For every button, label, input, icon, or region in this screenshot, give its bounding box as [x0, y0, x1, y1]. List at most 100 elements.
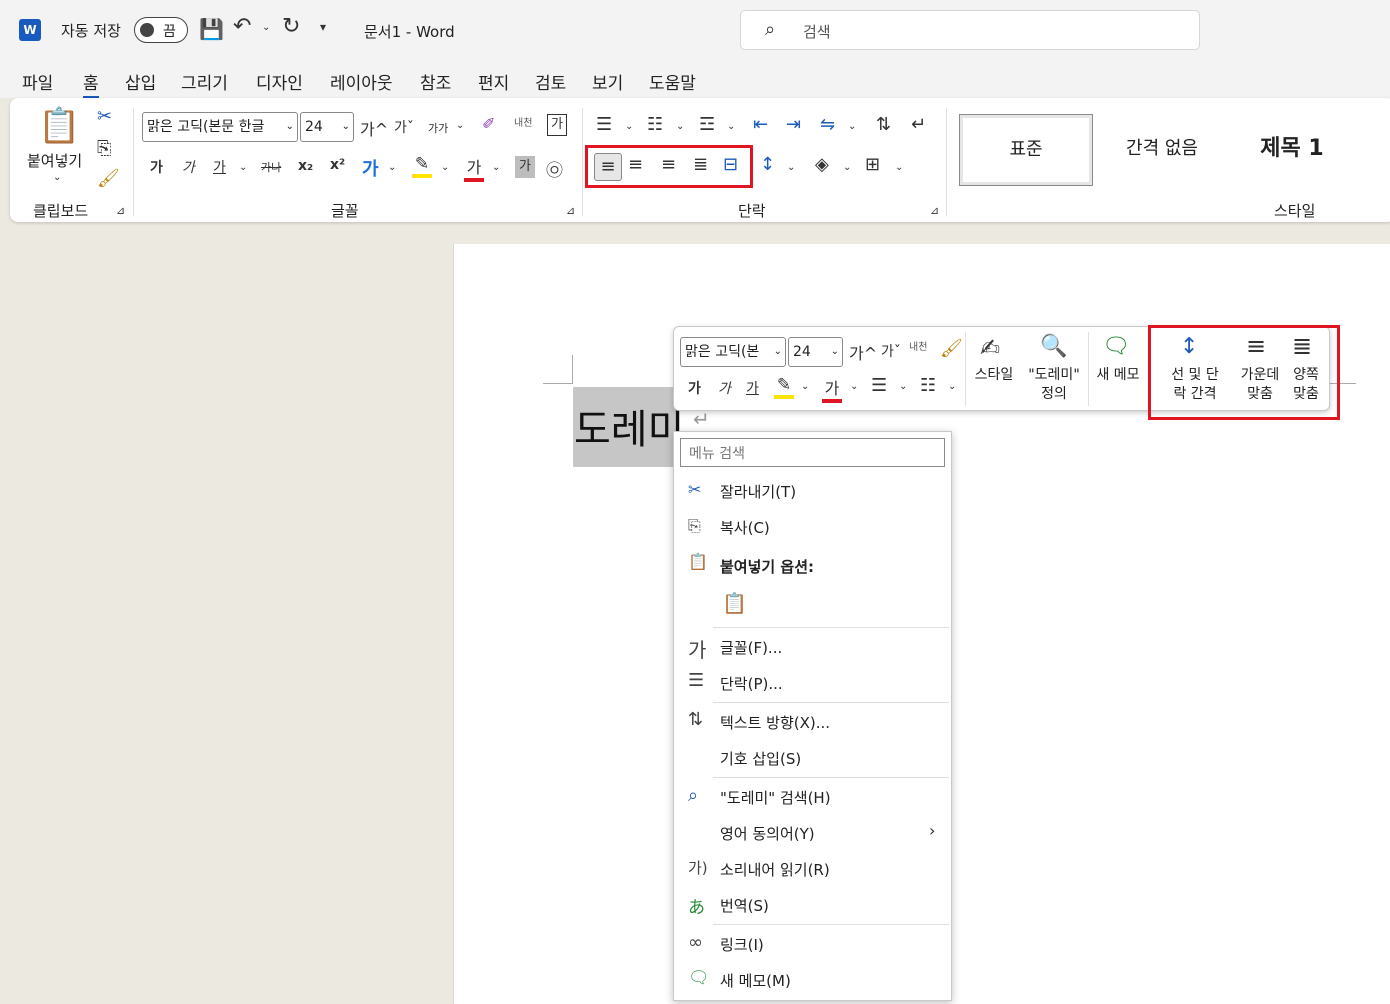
mini-font-size-combo[interactable]: 24 ⌄	[788, 337, 843, 367]
tab-file[interactable]: 파일	[22, 69, 53, 94]
change-case-dropdown-icon[interactable]: ⌄	[456, 120, 464, 131]
shrink-font-icon[interactable]: 가ˇ	[394, 117, 414, 137]
styles-brush-icon[interactable]: ✍	[980, 334, 1000, 362]
menu-search-input[interactable]: 메뉴 검색	[680, 438, 945, 467]
save-icon[interactable]: 💾	[199, 17, 224, 41]
style-normal[interactable]: 표준	[959, 114, 1093, 186]
menu-item-read-aloud[interactable]: 소리내어 읽기(R)	[720, 859, 830, 880]
format-painter-icon[interactable]: 🖌	[97, 168, 120, 189]
menu-item-link[interactable]: 링크(I)	[720, 934, 764, 955]
style-heading1[interactable]: 제목 1	[1232, 114, 1352, 186]
mini-phonetic-icon[interactable]: 내천	[909, 338, 927, 353]
copy-icon[interactable]: ⎘	[97, 138, 111, 159]
increase-indent-icon[interactable]: ⇥	[786, 114, 801, 135]
style-no-spacing[interactable]: 간격 없음	[1095, 114, 1229, 186]
bullets-dropdown-icon[interactable]: ⌄	[625, 121, 633, 132]
mini-bold-icon[interactable]: 가	[688, 378, 701, 398]
decrease-indent-icon[interactable]: ⇤	[753, 114, 768, 135]
show-marks-icon[interactable]: ↵	[911, 114, 926, 135]
font-color-dropdown-icon[interactable]: ⌄	[492, 162, 500, 173]
highlight-icon[interactable]: ✎	[412, 154, 432, 178]
menu-item-text-direction[interactable]: 텍스트 방향(X)...	[720, 712, 830, 733]
clipboard-launcher-icon[interactable]: ⊿	[116, 204, 125, 217]
numbering-icon[interactable]: ☷	[647, 114, 663, 135]
font-name-combo[interactable]: 맑은 고딕(본문 한글 ⌄	[142, 112, 298, 142]
mini-highlight-icon[interactable]: ✎	[774, 375, 794, 399]
tab-draw[interactable]: 그리기	[181, 69, 228, 94]
line-spacing-dropdown-icon[interactable]: ⌄	[787, 162, 795, 173]
superscript-icon[interactable]: x²	[330, 157, 345, 173]
tab-review[interactable]: 검토	[535, 69, 566, 94]
autosave-toggle[interactable]: 끔	[134, 17, 188, 43]
change-case-icon[interactable]: 가가	[428, 120, 448, 136]
redo-icon[interactable]: ↻	[282, 14, 300, 39]
borders-dropdown-icon[interactable]: ⌄	[895, 162, 903, 173]
mini-bullets-icon[interactable]: ☰	[871, 375, 887, 396]
mini-grow-font-icon[interactable]: 가^	[849, 340, 877, 364]
font-size-combo[interactable]: 24 ⌄	[300, 112, 354, 142]
enclose-characters-icon[interactable]: ㉧	[546, 156, 563, 181]
font-launcher-icon[interactable]: ⊿	[566, 204, 575, 217]
menu-item-copy[interactable]: 복사(C)	[720, 517, 770, 538]
mini-new-memo-label[interactable]: 새 메모	[1090, 366, 1146, 385]
menu-item-cut[interactable]: 잘라내기(T)	[720, 481, 796, 502]
italic-icon[interactable]: 가	[182, 157, 195, 177]
document-text[interactable]: 도레미	[574, 397, 684, 455]
subscript-icon[interactable]: x₂	[298, 158, 313, 174]
customize-qat-icon[interactable]: ▾	[320, 20, 326, 34]
tab-layout[interactable]: 레이아웃	[330, 69, 393, 94]
mini-bullets-dropdown-icon[interactable]: ⌄	[899, 381, 907, 392]
multilevel-list-icon[interactable]: ☲	[699, 114, 715, 135]
highlight-dropdown-icon[interactable]: ⌄	[441, 162, 449, 173]
character-border-icon[interactable]: 가	[547, 114, 567, 136]
menu-item-insert-symbol[interactable]: 기호 삽입(S)	[720, 748, 801, 769]
mini-shrink-font-icon[interactable]: 가ˇ	[881, 341, 901, 361]
paragraph-launcher-icon[interactable]: ⊿	[930, 204, 939, 217]
line-spacing-icon[interactable]: ↕	[760, 154, 775, 175]
menu-item-synonyms[interactable]: 영어 동의어(Y)	[720, 823, 815, 844]
menu-item-new-memo[interactable]: 새 메모(M)	[720, 970, 791, 991]
asian-layout-dropdown-icon[interactable]: ⌄	[848, 121, 856, 132]
shading-icon[interactable]: ◈	[815, 154, 829, 175]
tab-home[interactable]: 홈	[83, 69, 99, 99]
tab-insert[interactable]: 삽입	[125, 69, 156, 94]
mini-underline-icon[interactable]: 가	[746, 378, 759, 398]
mini-numbering-dropdown-icon[interactable]: ⌄	[948, 381, 956, 392]
mini-define-label-2[interactable]: 정의	[1022, 385, 1086, 404]
mini-format-painter-icon[interactable]: 🖌	[940, 338, 963, 359]
mini-style-label[interactable]: 스타일	[968, 366, 1020, 385]
strikethrough-icon[interactable]: 가나	[261, 159, 281, 175]
paste-label[interactable]: 붙여넣기	[27, 150, 82, 171]
text-effects-icon[interactable]: 가	[362, 155, 379, 181]
cut-icon[interactable]: ✂	[97, 106, 112, 127]
text-effects-dropdown-icon[interactable]: ⌄	[388, 162, 396, 173]
define-book-icon[interactable]: 🔍	[1040, 334, 1067, 359]
undo-dropdown-icon[interactable]: ⌄	[262, 22, 270, 33]
grow-font-icon[interactable]: 가^	[360, 116, 388, 140]
multilevel-dropdown-icon[interactable]: ⌄	[727, 121, 735, 132]
underline-icon[interactable]: 가	[213, 157, 226, 177]
mini-highlight-dropdown-icon[interactable]: ⌄	[801, 381, 809, 392]
font-color-icon[interactable]: 가	[464, 154, 484, 182]
asian-layout-icon[interactable]: ⇋	[820, 114, 835, 135]
tab-view[interactable]: 보기	[592, 69, 623, 94]
mini-font-name-combo[interactable]: 맑은 고딕(본 ⌄	[680, 337, 786, 367]
sort-icon[interactable]: ⇅	[876, 114, 891, 135]
underline-dropdown-icon[interactable]: ⌄	[239, 162, 247, 173]
bullets-icon[interactable]: ☰	[596, 114, 612, 135]
menu-item-paragraph[interactable]: 단락(P)...	[720, 673, 783, 694]
undo-icon[interactable]: ↶	[233, 14, 251, 39]
mini-font-color-dropdown-icon[interactable]: ⌄	[850, 381, 858, 392]
clear-formatting-icon[interactable]: ✐	[482, 114, 495, 133]
numbering-dropdown-icon[interactable]: ⌄	[676, 121, 684, 132]
paste-keep-text-icon[interactable]: 📋	[722, 591, 747, 615]
tab-help[interactable]: 도움말	[649, 69, 696, 94]
menu-item-font[interactable]: 글꼴(F)...	[720, 637, 782, 658]
menu-item-search[interactable]: "도레미" 검색(H)	[720, 787, 831, 808]
borders-icon[interactable]: ⊞	[865, 154, 880, 175]
character-shading-icon[interactable]: 가	[515, 156, 535, 178]
tab-design[interactable]: 디자인	[256, 69, 303, 94]
new-memo-icon[interactable]: 🗨	[1102, 334, 1130, 359]
bold-icon[interactable]: 가	[150, 157, 163, 177]
phonetic-guide-icon[interactable]: 내천	[514, 114, 532, 129]
